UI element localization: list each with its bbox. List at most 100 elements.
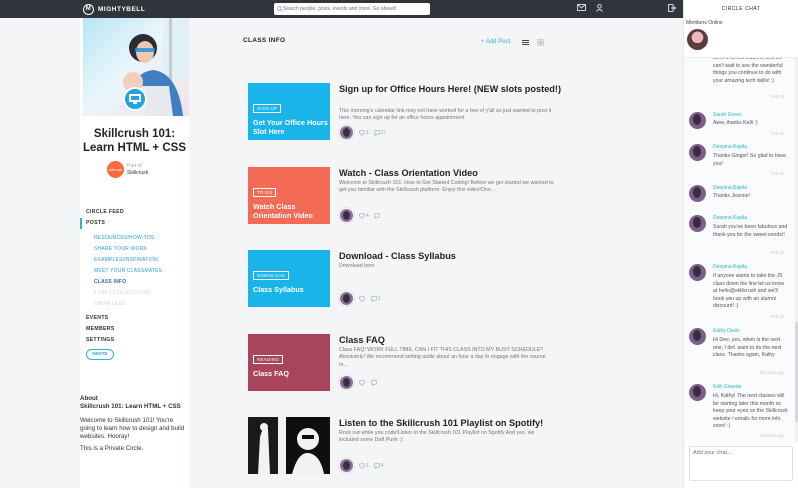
about-circle-name: Skillcrush 101: Learn HTML + CSS xyxy=(80,403,181,410)
brand-name: MIGHTYBELL xyxy=(98,5,146,13)
like-button[interactable] xyxy=(359,295,366,302)
post-footer: 1 4 xyxy=(339,458,384,473)
post-thumbnail[interactable] xyxy=(248,417,330,474)
post-title[interactable]: Class FAQ xyxy=(339,334,569,346)
mail-icon[interactable] xyxy=(577,4,586,13)
skillcrush-avatar: skillcrush xyxy=(107,161,124,178)
nav-events[interactable]: EVENTS xyxy=(80,313,189,324)
post-footer xyxy=(339,375,378,390)
post-footer: 4 xyxy=(339,208,381,223)
page-title: CLASS INFO xyxy=(243,37,286,44)
chat-user-name[interactable]: Deepina Kapila xyxy=(713,264,747,270)
like-button[interactable]: 1 xyxy=(359,463,369,469)
like-button[interactable] xyxy=(359,379,366,386)
comment-count: 1 xyxy=(378,295,381,302)
chat-user-name[interactable]: Deepina Kapila xyxy=(713,185,747,191)
post-excerpt: Rock out while you code!Listen to the Sk… xyxy=(339,430,535,444)
comment-button[interactable]: 1 xyxy=(371,296,381,302)
logout-icon[interactable] xyxy=(668,4,677,14)
chat-user-avatar[interactable] xyxy=(689,112,706,129)
comment-icon xyxy=(374,129,380,136)
brand-logo[interactable]: M MIGHTYBELL xyxy=(83,3,146,15)
like-count: 1 xyxy=(366,129,369,136)
online-member-avatar[interactable] xyxy=(687,29,708,50)
chat-user-avatar[interactable] xyxy=(689,328,706,345)
chat-user-avatar[interactable] xyxy=(689,384,706,401)
nav-members[interactable]: MEMBERS xyxy=(80,324,189,335)
nav-show-less[interactable]: SHOW LESS xyxy=(80,299,189,310)
author-avatar[interactable] xyxy=(339,291,354,306)
chat-message-time: Feb 23 xyxy=(770,171,784,176)
nav-meet-classmates[interactable]: MEET YOUR CLASSMATES xyxy=(80,266,189,277)
chat-user-avatar[interactable] xyxy=(689,264,706,281)
chat-message-time: Feb 23 xyxy=(770,94,784,99)
post-tag: DOWNLOAD xyxy=(253,271,290,280)
invite-button[interactable]: INVITE xyxy=(86,349,114,360)
comment-icon xyxy=(374,212,380,219)
post-thumbnail[interactable]: READING Class FAQ xyxy=(248,334,330,391)
nav-examples[interactable]: EXAMPLES/INSPIRATION xyxy=(80,255,189,266)
post-title[interactable]: Watch - Class Orientation Video xyxy=(339,167,569,179)
chat-input-box[interactable] xyxy=(689,446,793,481)
chat-user-avatar[interactable] xyxy=(689,215,706,232)
chat-user-name[interactable]: Deepina Kapila xyxy=(713,215,747,221)
like-button[interactable]: 4 xyxy=(359,213,369,219)
add-post-button[interactable]: + Add Post xyxy=(481,39,510,45)
nav-circle-feed[interactable]: CIRCLE FEED xyxy=(80,207,189,218)
nav-class-info[interactable]: CLASS INFO xyxy=(80,277,189,288)
heart-icon xyxy=(359,295,365,302)
post-thumbnail-title: Get Your Office Hours Slot Here xyxy=(253,118,328,136)
nav-share-your-work[interactable]: SHARE YOUR WORK xyxy=(80,244,189,255)
privacy-note: This is a Private Circle. xyxy=(80,445,144,452)
chat-message-text: were a terrific student, and we can't wa… xyxy=(713,57,783,84)
heart-icon xyxy=(359,462,365,469)
search-box[interactable] xyxy=(274,3,430,15)
chat-message-text: Hi, Kathy! The next classes will be star… xyxy=(713,393,788,429)
post-title[interactable]: Sign up for Office Hours Here! (NEW slot… xyxy=(339,83,569,95)
chat-user-avatar[interactable] xyxy=(689,185,706,202)
nav-settings[interactable]: SETTINGS xyxy=(80,335,189,346)
post-thumbnail[interactable]: SIGN UP Get Your Office Hours Slot Here xyxy=(248,83,330,140)
chat-input[interactable] xyxy=(693,450,789,477)
parent-organization[interactable]: skillcrush Part of Skillcrush xyxy=(107,161,148,178)
chat-message-text: Thanks Jeanne! xyxy=(713,193,750,199)
comment-button[interactable] xyxy=(374,212,381,219)
comment-count: 4 xyxy=(380,462,384,469)
post-thumbnail[interactable]: TO DO Watch Class Orientation Video xyxy=(248,167,330,224)
comment-button[interactable]: 4 xyxy=(374,463,384,469)
nav-posts[interactable]: POSTS xyxy=(80,218,189,229)
top-navigation-bar: M MIGHTYBELL xyxy=(0,0,798,18)
organization-name[interactable]: Skillcrush xyxy=(127,170,148,177)
search-input[interactable] xyxy=(283,6,423,12)
chat-user-name[interactable]: Sarah Green xyxy=(713,112,742,118)
chat-message-text: Sarah you've been fabulous and thank you… xyxy=(713,224,788,238)
chat-user-avatar[interactable] xyxy=(689,144,706,161)
nav-resources[interactable]: RESOURCES/HOW-TOS xyxy=(80,233,189,244)
chat-message-time: 12 hours ago xyxy=(759,433,784,438)
part-of-label: Part of xyxy=(127,162,142,169)
user-profile-icon[interactable] xyxy=(596,4,603,14)
comment-button[interactable] xyxy=(371,379,378,386)
nav-1on1-collections[interactable]: 1-ON-1 COLLECTIONS xyxy=(80,288,189,299)
post-tag: SIGN UP xyxy=(253,104,282,113)
list-view-icon[interactable] xyxy=(522,39,529,48)
like-button[interactable]: 1 xyxy=(359,130,369,136)
post-title[interactable]: Listen to the Skillcrush 101 Playlist on… xyxy=(339,417,569,429)
author-avatar[interactable] xyxy=(339,375,354,390)
about-section: About Skillcrush 101: Learn HTML + CSS W… xyxy=(80,395,189,457)
post-tag: READING xyxy=(253,355,284,364)
post-excerpt: Welcome to Skillcrush 101: How to Get St… xyxy=(339,180,554,194)
author-avatar[interactable] xyxy=(339,125,354,140)
grid-view-icon[interactable] xyxy=(536,38,545,48)
about-heading: About xyxy=(80,395,98,402)
post-thumbnail-title: Class Syllabus xyxy=(253,285,304,294)
author-avatar[interactable] xyxy=(339,458,354,473)
spotify-playlist-image xyxy=(248,417,330,474)
post-thumbnail[interactable]: DOWNLOAD Class Syllabus xyxy=(248,250,330,307)
chat-user-name[interactable]: Kathy Davis xyxy=(713,328,740,334)
post-title[interactable]: Download - Class Syllabus xyxy=(339,250,569,262)
chat-user-name[interactable]: Deepina Kapila xyxy=(713,144,747,150)
author-avatar[interactable] xyxy=(339,208,354,223)
chat-user-name[interactable]: Kelli Gnezda xyxy=(713,384,741,390)
comment-button[interactable]: 27 xyxy=(374,129,386,136)
